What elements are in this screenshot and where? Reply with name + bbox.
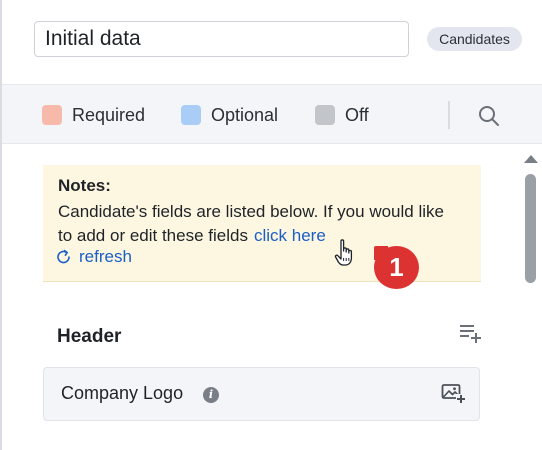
info-icon[interactable]: i (203, 387, 219, 403)
hand-pointer-icon (334, 239, 353, 266)
legend-label-optional: Optional (211, 104, 279, 125)
image-add-icon[interactable] (441, 382, 467, 404)
legend-required: Required (42, 85, 145, 145)
field-status-legend: Required Optional Off (2, 84, 542, 144)
legend-off: Off (315, 85, 369, 145)
notes-title: Notes: (58, 176, 111, 195)
add-field-icon[interactable] (458, 322, 482, 344)
field-row[interactable]: Company Logo i (43, 367, 480, 421)
click-here-link[interactable]: click here (254, 226, 326, 245)
scroll-up-arrow[interactable] (524, 155, 538, 163)
refresh-icon (57, 249, 70, 264)
refresh-button[interactable]: refresh (55, 247, 132, 267)
legend-label-required: Required (72, 104, 146, 125)
field-label: Company Logo (61, 383, 184, 403)
search-icon[interactable] (477, 104, 501, 128)
notes-body: Candidate's fields are listed below. If … (58, 202, 444, 245)
legend-label-off: Off (345, 104, 369, 125)
optional-swatch (181, 105, 201, 125)
notes-text: Candidate's fields are listed below. If … (58, 200, 458, 248)
off-swatch (315, 105, 335, 125)
legend-divider (448, 101, 450, 129)
step-marker: 1 (374, 246, 419, 289)
refresh-label: refresh (79, 247, 132, 266)
module-badge: Candidates (427, 27, 522, 51)
section-title: Header (57, 326, 122, 347)
scrollbar-thumb[interactable] (525, 174, 536, 283)
layout-header: Candidates (2, 0, 542, 84)
layout-name-input[interactable] (34, 21, 409, 57)
required-swatch (42, 105, 62, 125)
legend-optional: Optional (181, 85, 278, 145)
